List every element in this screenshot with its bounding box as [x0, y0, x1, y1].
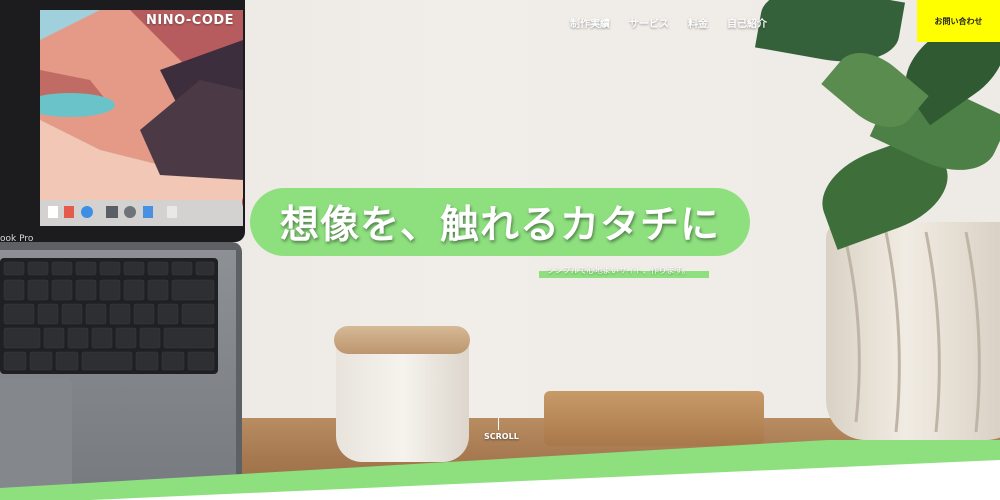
nav-item-about[interactable]: 自己紹介: [727, 15, 767, 30]
plant-pot: [826, 222, 1000, 440]
site-logo[interactable]: NINO-CODE: [146, 13, 234, 28]
scroll-indicator-line: [498, 418, 499, 430]
laptop-model-label: ook Pro: [0, 234, 34, 244]
nav-item-services[interactable]: サービス: [629, 15, 669, 30]
green-wave: [0, 440, 1000, 500]
laptop-keyboard: [0, 258, 218, 374]
scroll-indicator[interactable]: SCROLL: [484, 432, 519, 441]
nav-item-pricing[interactable]: 料金: [688, 15, 708, 30]
main-nav: 制作実績 サービス 料金 自己紹介: [570, 15, 767, 30]
wooden-tray: [544, 391, 764, 446]
jar-lid: [334, 326, 470, 354]
contact-button[interactable]: お問い合わせ: [917, 0, 1000, 42]
laptop-wallpaper: [40, 10, 243, 226]
hero-subline: シンプルで心地よいサイト、作ります。: [547, 266, 690, 275]
nav-item-works[interactable]: 制作実績: [570, 15, 610, 30]
hero-headline: 想像を、触れるカタチに: [250, 188, 750, 256]
